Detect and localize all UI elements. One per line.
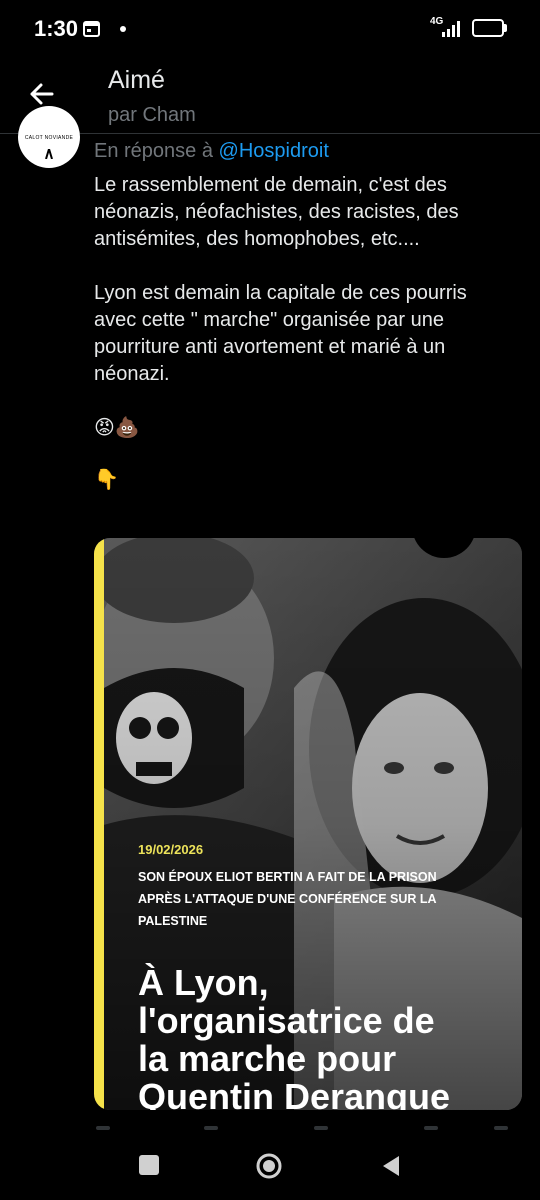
status-bar: 1:30 4G 94	[0, 0, 540, 58]
repost-icon[interactable]	[204, 1126, 218, 1130]
post-paragraph-2: Lyon est demain la capitale de ces pourr…	[94, 282, 467, 385]
ribbon-icon	[45, 149, 53, 159]
header-subtitle: par Cham	[108, 104, 196, 126]
header-title: Aimé	[108, 66, 165, 94]
share-icon[interactable]	[494, 1126, 508, 1130]
reply-icon[interactable]	[96, 1126, 110, 1130]
signal-icon	[442, 21, 460, 37]
status-time: 1:30	[34, 16, 79, 41]
home-icon[interactable]	[255, 1152, 283, 1180]
battery-icon: 94	[472, 19, 504, 37]
media-date: 19/02/2026	[138, 842, 204, 857]
action-row	[94, 1122, 514, 1134]
notification-dot-icon	[120, 26, 126, 32]
media-headline-line: À Lyon,	[138, 962, 269, 1003]
media-headline-line: l'organisatrice de	[138, 1000, 435, 1041]
post-paragraph-1: Le rassemblement de demain, c'est des né…	[94, 174, 459, 250]
back-triangle-icon[interactable]	[380, 1154, 402, 1178]
battery-level: 94	[481, 20, 495, 32]
emoji-line-2: 👇	[94, 469, 119, 491]
media-kicker: SON ÉPOUX ELIOT BERTIN A FAIT DE LA PRIS…	[138, 870, 437, 928]
media-accent-bar	[94, 538, 104, 1110]
views-icon[interactable]	[424, 1126, 438, 1130]
avatar[interactable]: CALOT NOVIANDE	[18, 106, 80, 168]
battery-tip	[504, 24, 507, 32]
avatar-text: CALOT NOVIANDE	[24, 135, 74, 141]
media-headline-line: Quentin Deranque	[138, 1076, 451, 1111]
calendar-icon	[83, 21, 100, 37]
header-divider	[0, 133, 540, 134]
reply-prefix: En réponse à	[94, 140, 213, 162]
system-nav-bar	[0, 1136, 540, 1200]
header: Aimé par Cham	[0, 58, 540, 134]
media-headline: À Lyon, l'organisatrice de la marche pou…	[138, 962, 518, 1111]
recent-apps-icon[interactable]	[139, 1155, 159, 1175]
media-card[interactable]: 19/02/2026 SON ÉPOUX ELIOT BERTIN A FAIT…	[94, 538, 522, 1110]
post-text: Le rassemblement de demain, c'est des né…	[94, 172, 514, 519]
reply-handle-link[interactable]: @Hospidroit	[219, 140, 329, 162]
like-icon[interactable]	[314, 1126, 328, 1130]
emoji-line-1: 😡💩	[94, 417, 140, 439]
reply-line: En réponse à @Hospidroit	[94, 140, 329, 163]
media-headline-line: la marche pour	[138, 1038, 397, 1079]
